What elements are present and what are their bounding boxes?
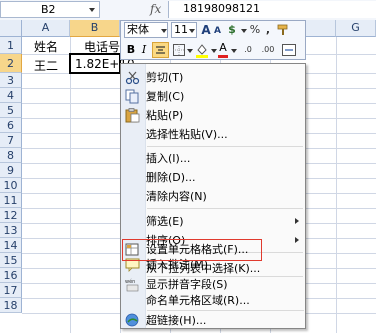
menu-item-define-name[interactable]: 命名单元格区域(R)... — [121, 291, 305, 310]
font-size-value: 11 — [174, 23, 188, 36]
row-header-2[interactable]: 2 — [0, 54, 22, 73]
gridline — [336, 37, 337, 333]
paste-icon — [125, 108, 140, 123]
gridline — [70, 37, 71, 333]
menu-item-label: 粘贴(P) — [146, 109, 184, 122]
menu-item-paste[interactable]: 粘贴(P) — [121, 106, 305, 125]
font-color-swatch — [218, 55, 228, 58]
currency-icon[interactable]: $ — [225, 22, 239, 38]
row-header-8[interactable]: 8 — [0, 148, 22, 163]
increase-decimal-icon[interactable]: .0 — [240, 42, 256, 58]
menu-item-label: 从下拉列表中选择(K)... — [146, 262, 261, 275]
row-header-4[interactable]: 4 — [0, 88, 22, 103]
submenu-arrow-icon — [295, 218, 299, 224]
chevron-down-icon[interactable] — [211, 49, 217, 53]
font-size-box[interactable]: 11 — [171, 22, 197, 38]
row-header-13[interactable]: 13 — [0, 223, 22, 238]
menu-item-label: 筛选(E) — [146, 215, 184, 228]
name-box-value: B2 — [41, 3, 56, 16]
name-box[interactable]: B2 — [0, 1, 100, 18]
menu-item-clear-contents[interactable]: 清除内容(N) — [121, 187, 305, 206]
row-header-12[interactable]: 12 — [0, 208, 22, 223]
grow-font-icon[interactable]: A — [201, 22, 211, 38]
fx-icon[interactable]: fx — [150, 2, 161, 16]
chevron-down-icon[interactable] — [187, 49, 193, 53]
formula-bar: B2 fx 18198098121 — [0, 0, 376, 21]
chevron-down-icon[interactable] — [241, 29, 247, 33]
menu-item-label: 剪切(T) — [146, 71, 184, 84]
cell-a2[interactable]: 王二 — [34, 57, 58, 74]
align-center-icon — [156, 46, 165, 54]
row-header-7[interactable]: 7 — [0, 133, 22, 148]
menu-item-cut[interactable]: 剪切(T) — [121, 68, 305, 87]
menu-item-hyperlink[interactable]: 超链接(H)... — [121, 311, 305, 330]
row-header-15[interactable]: 15 — [0, 253, 22, 268]
cell-a1[interactable]: 姓名 — [34, 38, 58, 55]
menu-separator — [147, 146, 303, 147]
hyperlink-icon — [125, 313, 139, 327]
active-cell-border — [69, 53, 121, 74]
formula-input[interactable]: 18198098121 — [168, 1, 376, 18]
bold-button[interactable]: B — [125, 42, 137, 58]
menu-item-paste-special[interactable]: 选择性粘贴(V)... — [121, 125, 305, 144]
row-header-9[interactable]: 9 — [0, 163, 22, 178]
phonetic-glyph: wén — [125, 278, 135, 285]
name-box-dropdown-icon[interactable] — [89, 8, 95, 12]
menu-item-label: 删除(D)... — [146, 171, 196, 184]
fill-color-icon[interactable] — [195, 42, 209, 58]
row-header-16[interactable]: 16 — [0, 268, 22, 283]
column-header-b[interactable]: B — [70, 20, 120, 37]
row-header-5[interactable]: 5 — [0, 103, 22, 118]
mini-toolbar: 宋体 11 A A $ % , B I A .0 .00 — [120, 20, 306, 60]
column-header-a[interactable]: A — [22, 20, 70, 37]
font-name-box[interactable]: 宋体 — [124, 22, 168, 38]
borders-icon[interactable] — [173, 44, 185, 56]
row-header-18[interactable]: 18 — [0, 298, 22, 313]
menu-item-label: 显示拼音字段(S) — [146, 278, 228, 291]
menu-item-label: 命名单元格区域(R)... — [146, 294, 250, 307]
row-header-1[interactable]: 1 — [0, 37, 22, 54]
shrink-font-icon[interactable]: A — [213, 23, 222, 39]
menu-item-label: 选择性粘贴(V)... — [146, 128, 228, 141]
menu-item-filter[interactable]: 筛选(E) — [121, 212, 305, 231]
phonetic-icon: wén — [125, 278, 139, 292]
font-color-icon[interactable]: A — [218, 40, 228, 56]
formula-value: 18198098121 — [183, 2, 260, 15]
menu-separator — [147, 208, 303, 209]
cut-icon — [125, 71, 140, 85]
menu-item-delete[interactable]: 删除(D)... — [121, 168, 305, 187]
center-align-button[interactable] — [152, 42, 169, 58]
chevron-down-icon[interactable] — [189, 29, 195, 33]
italic-button[interactable]: I — [139, 42, 149, 58]
font-name-value: 宋体 — [127, 23, 149, 36]
select-all-corner[interactable] — [0, 20, 22, 37]
merge-icon[interactable] — [282, 43, 296, 57]
menu-item-label: 插入(I)... — [146, 152, 191, 165]
format-cells-icon — [125, 243, 139, 256]
row-header-10[interactable]: 10 — [0, 178, 22, 193]
copy-icon — [125, 89, 139, 104]
menu-item-insert[interactable]: 插入(I)... — [121, 149, 305, 168]
menu-item-label: 清除内容(N) — [146, 190, 207, 203]
row-header-6[interactable]: 6 — [0, 118, 22, 133]
menu-item-label: 复制(C) — [146, 90, 185, 103]
chevron-down-icon[interactable] — [161, 29, 167, 33]
row-header-17[interactable]: 17 — [0, 283, 22, 298]
comma-icon[interactable]: , — [263, 22, 273, 38]
menu-item-copy[interactable]: 复制(C) — [121, 87, 305, 106]
percent-icon[interactable]: % — [249, 22, 261, 38]
menu-item-label: 超链接(H)... — [146, 314, 207, 327]
row-header-11[interactable]: 11 — [0, 193, 22, 208]
menu-item-label: 设置单元格格式(F)... — [146, 243, 249, 256]
decrease-decimal-icon[interactable]: .00 — [258, 42, 278, 58]
column-header-g[interactable]: G — [336, 20, 376, 37]
row-header-14[interactable]: 14 — [0, 238, 22, 253]
chevron-down-icon[interactable] — [231, 49, 237, 53]
menu-item-format-cells[interactable]: 设置单元格格式(F)... — [121, 240, 305, 259]
row-header-3[interactable]: 3 — [0, 73, 22, 88]
format-painter-icon[interactable] — [277, 24, 291, 36]
